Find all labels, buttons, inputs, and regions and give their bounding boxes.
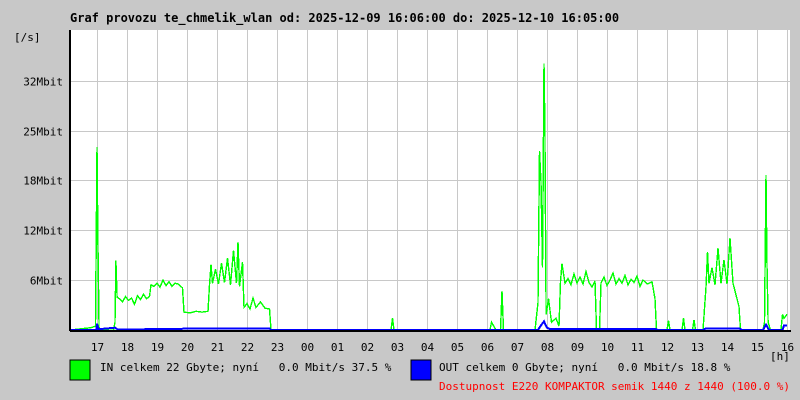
x-tick-labels: 17 18 19 20 21 22 23 00 01 02 03 04 05 06 07 08 09 10 11 12…	[91, 341, 794, 354]
x-tick-label: 12	[661, 341, 674, 354]
x-tick-label: 05	[451, 341, 464, 354]
availability-text: Dostupnost E220 KOMPAKTOR semik 1440 z 1…	[439, 380, 790, 393]
y-axis-label: [/s]	[14, 31, 41, 44]
chart-title: Graf provozu te_chmelik_wlan od: 2025-12…	[70, 11, 619, 26]
x-tick-label: 15	[751, 341, 764, 354]
x-tick-label: 14	[721, 341, 735, 354]
x-tick-label: 09	[571, 341, 584, 354]
legend-out-swatch	[410, 359, 432, 381]
x-tick-label: 17	[91, 341, 104, 354]
legend-in-text: IN celkem 22 Gbyte; nyní 0.0 Mbit/s 37.5…	[100, 361, 392, 374]
y-tick-label: 6Mbit	[30, 275, 63, 288]
y-tick-label: 32Mbit	[23, 76, 63, 89]
y-tick-label: 12Mbit	[23, 225, 63, 238]
x-tick-label: 00	[301, 341, 314, 354]
x-tick-label: 04	[421, 341, 435, 354]
x-tick-label: 08	[541, 341, 554, 354]
x-tick-label: 23	[271, 341, 284, 354]
x-tick-label: 07	[511, 341, 524, 354]
x-tick-label: 20	[181, 341, 194, 354]
x-axis-label: [h]	[770, 350, 790, 363]
traffic-chart: Graf provozu te_chmelik_wlan od: 2025-12…	[14, 11, 794, 393]
x-tick-label: 03	[391, 341, 404, 354]
legend-in-swatch	[69, 359, 91, 381]
x-tick-label: 01	[331, 341, 344, 354]
x-tick-label: 10	[601, 341, 614, 354]
x-tick-label: 18	[121, 341, 134, 354]
x-tick-label: 13	[691, 341, 704, 354]
x-tick-label: 02	[361, 341, 374, 354]
x-tick-label: 21	[211, 341, 224, 354]
legend-out-text: OUT celkem 0 Gbyte; nyní 0.0 Mbit/s 18.8…	[439, 361, 731, 374]
x-tick-label: 11	[631, 341, 644, 354]
x-tick-label: 19	[151, 341, 164, 354]
y-tick-labels: 6Mbit 12Mbit 18Mbit 25Mbit 32Mbit	[23, 76, 63, 288]
x-tick-label: 22	[241, 341, 254, 354]
y-tick-label: 25Mbit	[23, 126, 63, 139]
x-tick-label: 06	[481, 341, 494, 354]
y-tick-label: 18Mbit	[23, 175, 63, 188]
